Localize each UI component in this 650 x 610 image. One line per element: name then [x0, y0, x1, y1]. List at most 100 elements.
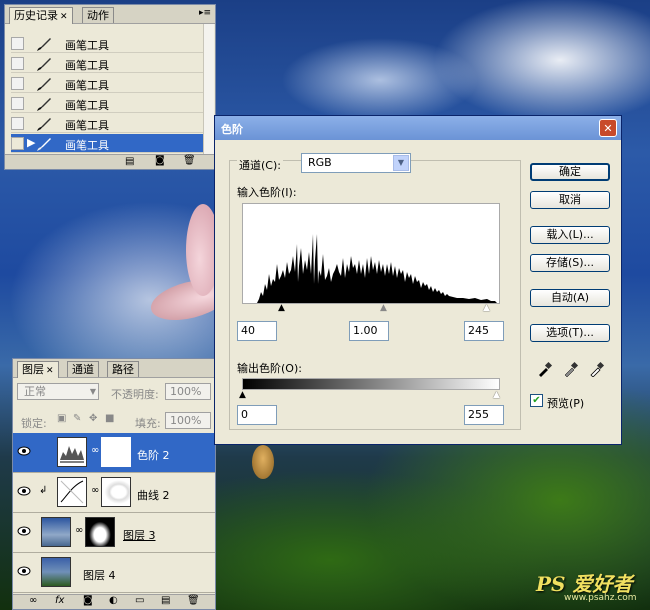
link-icon[interactable]: ∞ [75, 525, 83, 536]
tab-paths-label: 路径 [112, 363, 134, 376]
history-panel-tabbar: 历史记录 ✕ 动作 ▸≡ [5, 5, 215, 24]
history-snapshot-checkbox[interactable] [11, 57, 24, 70]
tab-layers[interactable]: 图层 ✕ [17, 361, 59, 378]
output-black-point-handle[interactable]: ▲ [239, 390, 246, 400]
close-icon[interactable]: ✕ [46, 366, 54, 376]
save-button[interactable]: 存储(S)... [530, 254, 610, 272]
brush-icon [37, 58, 51, 71]
auto-button[interactable]: 自动(A) [530, 289, 610, 307]
panel-menu-icon[interactable]: ▸≡ [199, 8, 211, 18]
new-layer-icon[interactable]: ▤ [161, 595, 170, 606]
history-item[interactable]: 画笔工具 [11, 34, 207, 53]
channel-select[interactable]: RGB ▼ [301, 153, 411, 173]
history-panel-footer: ▤ ◙ 🗑 [5, 154, 215, 169]
adjustment-curves-thumbnail [57, 477, 87, 507]
layer-name[interactable]: 曲线 2 [137, 487, 170, 503]
trash-icon[interactable]: 🗑 [183, 155, 196, 166]
history-item[interactable]: 画笔工具 [11, 54, 207, 73]
white-eyedropper-icon[interactable] [589, 361, 605, 377]
link-icon[interactable]: ∞ [91, 445, 99, 456]
output-levels-slider[interactable]: ▲ ▲ [239, 390, 500, 402]
eye-icon[interactable] [17, 486, 31, 496]
tab-channels-label: 通道 [72, 363, 94, 376]
camera-icon[interactable]: ◙ [155, 155, 165, 166]
layer-name[interactable]: 图层 3 [123, 527, 156, 543]
tab-history[interactable]: 历史记录 ✕ [9, 7, 73, 24]
input-gamma-handle[interactable]: ▲ [380, 303, 387, 313]
auto-button-label: 自动(A) [550, 291, 590, 304]
lock-all-icon[interactable]: ■ [105, 413, 114, 424]
layer-mask-thumbnail[interactable] [101, 437, 131, 467]
lock-label: 锁定: [21, 417, 47, 430]
history-snapshot-checkbox[interactable] [11, 137, 24, 150]
lock-transparent-icon[interactable]: ▣ [57, 413, 66, 424]
history-panel: 历史记录 ✕ 动作 ▸≡ 画笔工具 画笔工具 画笔工具 画笔工具 画笔工具 ▶ … [4, 4, 216, 170]
input-black-value: 40 [241, 324, 255, 337]
layer-row-levels-2[interactable]: ∞ 色阶 2 [13, 433, 215, 473]
history-snapshot-checkbox[interactable] [11, 97, 24, 110]
history-item[interactable]: 画笔工具 [11, 94, 207, 113]
eye-icon[interactable] [17, 526, 31, 536]
add-mask-icon[interactable]: ◙ [83, 595, 93, 606]
lock-move-icon[interactable]: ✥ [89, 413, 97, 424]
layer-mask-thumbnail[interactable] [85, 517, 115, 547]
new-document-from-state-icon[interactable]: ▤ [125, 156, 134, 167]
history-snapshot-checkbox[interactable] [11, 37, 24, 50]
ok-button[interactable]: 确定 [530, 163, 610, 181]
history-vertical-scrollbar[interactable] [203, 24, 214, 155]
layer-mask-thumbnail[interactable] [101, 477, 131, 507]
cancel-button[interactable]: 取消 [530, 191, 610, 209]
layer-name[interactable]: 图层 4 [83, 567, 116, 583]
new-group-icon[interactable]: ▭ [135, 595, 144, 606]
output-white-point-handle[interactable]: ▲ [493, 390, 500, 400]
layer-row-layer-3[interactable]: ∞ 图层 3 [13, 513, 215, 553]
input-white-field[interactable]: 245 [464, 321, 504, 341]
input-black-field[interactable]: 40 [237, 321, 277, 341]
history-snapshot-checkbox[interactable] [11, 117, 24, 130]
eye-icon[interactable] [17, 566, 31, 576]
chevron-down-icon[interactable]: ▼ [393, 155, 409, 171]
preview-checkbox[interactable]: ✔ [530, 394, 543, 407]
chevron-down-icon: ▼ [89, 387, 96, 396]
clip-arrow-icon: ↲ [39, 485, 48, 496]
blend-mode-select[interactable]: 正常 ▼ [17, 383, 99, 400]
layer-style-icon[interactable]: fx [55, 595, 64, 606]
layers-panel-footer: ∞ fx ◙ ◐ ▭ ▤ 🗑 [13, 594, 215, 609]
opacity-input[interactable]: 100% [165, 383, 211, 400]
load-button-label: 载入(L)... [546, 228, 594, 241]
tab-paths[interactable]: 路径 [107, 361, 139, 377]
gray-eyedropper-icon[interactable] [563, 361, 579, 377]
trash-icon[interactable]: 🗑 [187, 595, 200, 606]
output-white-field[interactable]: 255 [464, 405, 504, 425]
input-black-point-handle[interactable]: ▲ [278, 303, 285, 313]
load-button[interactable]: 载入(L)... [530, 226, 610, 244]
output-black-field[interactable]: 0 [237, 405, 277, 425]
black-eyedropper-icon[interactable] [537, 361, 553, 377]
layer-row-curves-2[interactable]: ↲ ∞ 曲线 2 [13, 473, 215, 513]
history-item[interactable]: 画笔工具 [11, 74, 207, 93]
tab-actions[interactable]: 动作 [82, 7, 114, 23]
close-icon[interactable]: ✕ [60, 12, 68, 22]
fill-input[interactable]: 100% [165, 412, 211, 429]
options-button[interactable]: 选项(T)... [530, 324, 610, 342]
levels-dialog: 色阶 ✕ 通道(C): RGB ▼ 输入色阶(I): ▲ ▲ ▲ 40 1.00… [214, 115, 622, 445]
layer-name[interactable]: 色阶 2 [137, 447, 170, 463]
lock-brush-icon[interactable]: ✎ [73, 413, 81, 424]
history-item-selected[interactable]: ▶ 画笔工具 [11, 134, 207, 153]
input-levels-slider[interactable]: ▲ ▲ ▲ [242, 303, 500, 315]
history-item[interactable]: 画笔工具 [11, 114, 207, 133]
link-layers-icon[interactable]: ∞ [29, 595, 37, 606]
input-white-point-handle[interactable]: ▲ [483, 303, 490, 313]
close-button[interactable]: ✕ [599, 119, 617, 137]
history-snapshot-checkbox[interactable] [11, 77, 24, 90]
eye-icon[interactable] [17, 446, 31, 456]
layer-row-layer-4[interactable]: 图层 4 [13, 553, 215, 593]
tab-channels[interactable]: 通道 [67, 361, 99, 377]
adjustment-layer-icon[interactable]: ◐ [109, 595, 118, 606]
history-item-label: 画笔工具 [65, 119, 109, 132]
dialog-title: 色阶 [221, 123, 243, 136]
input-gamma-field[interactable]: 1.00 [349, 321, 389, 341]
link-icon[interactable]: ∞ [91, 485, 99, 496]
history-item-label: 画笔工具 [65, 39, 109, 52]
history-scroll-area: 画笔工具 画笔工具 画笔工具 画笔工具 画笔工具 ▶ 画笔工具 [5, 24, 215, 153]
